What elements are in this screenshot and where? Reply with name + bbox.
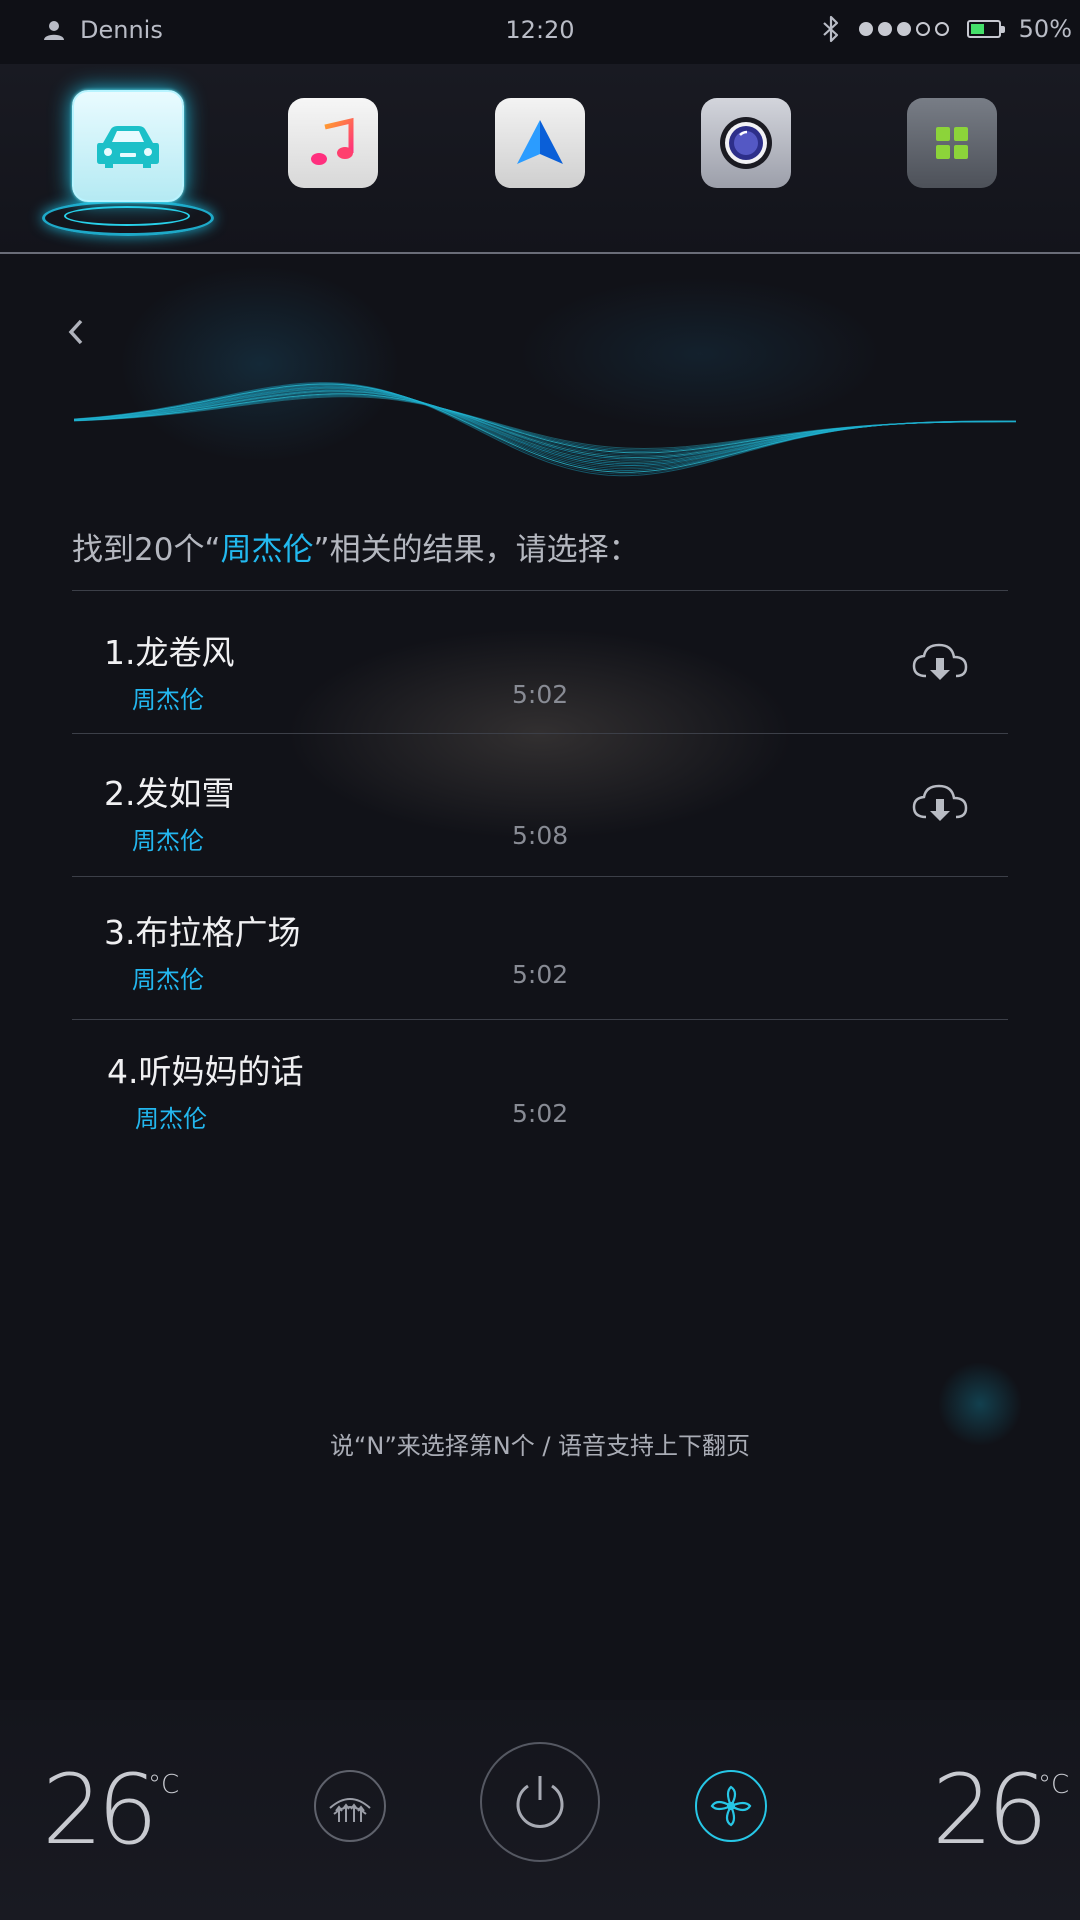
result-item-3[interactable]: 3.布拉格广场 周杰伦 5:02 [72, 872, 1008, 1012]
song-duration: 5:02 [512, 960, 569, 989]
song-duration: 5:02 [512, 680, 569, 709]
signal-dot [915, 22, 930, 36]
left-temp-value: 26 [42, 1754, 158, 1866]
signal-dot [934, 22, 949, 36]
song-title: 1.龙卷风 [104, 633, 235, 672]
song-artist: 周杰伦 [132, 686, 204, 714]
user-name: Dennis [80, 16, 163, 44]
user-icon [44, 21, 64, 40]
power-button[interactable] [480, 1742, 600, 1862]
right-temperature[interactable]: 26 °C [932, 1760, 1069, 1860]
app-dock [0, 64, 1080, 254]
fan-icon [710, 1785, 752, 1827]
song-title: 3.布拉格广场 [104, 913, 301, 952]
active-app-halo-inner [64, 206, 190, 226]
chevron-left-icon [68, 319, 83, 345]
signal-dot [896, 22, 911, 36]
search-result-prompt: 找到20个“周杰伦”相关的结果，请选择： [72, 524, 640, 569]
user-profile[interactable]: Dennis [42, 16, 163, 44]
camera-lens-icon [720, 117, 772, 169]
status-bar: Dennis 12:20 50% [0, 0, 1080, 64]
climate-bar: 26 °C 26 °C [0, 1700, 1080, 1920]
car-icon [97, 126, 159, 168]
temp-unit: °C [1038, 1770, 1070, 1800]
rear-defrost-icon [329, 1798, 371, 1822]
dock-app-apps[interactable] [907, 98, 997, 188]
bluetooth-icon [822, 15, 838, 43]
dock-app-camera[interactable] [701, 98, 791, 188]
battery-icon [966, 20, 1005, 38]
music-note-icon [311, 117, 354, 165]
prompt-keyword: 周杰伦 [220, 532, 314, 568]
waveform-line [74, 382, 1016, 475]
signal-dot [877, 22, 892, 36]
fan-button[interactable] [695, 1770, 767, 1842]
apps-grid-icon [936, 127, 968, 159]
left-temperature[interactable]: 26 °C [42, 1760, 179, 1860]
song-duration: 5:08 [512, 821, 569, 850]
song-title: 4.听妈妈的话 [107, 1052, 304, 1091]
cloud-download-icon[interactable] [910, 640, 970, 686]
song-duration: 5:02 [512, 1099, 569, 1128]
signal-strength [858, 22, 949, 36]
defrost-button[interactable] [314, 1770, 386, 1842]
waveform-line [74, 382, 1016, 477]
power-icon [516, 1776, 564, 1828]
battery-percent: 50% [1018, 15, 1072, 43]
temp-unit: °C [148, 1770, 180, 1800]
navigation-arrow-icon [517, 120, 563, 164]
voice-hint: 说“N”来选择第N个 / 语音支持上下翻页 [329, 1432, 751, 1460]
song-title: 2.发如雪 [104, 774, 235, 813]
song-artist: 周杰伦 [135, 1105, 207, 1133]
divider [72, 590, 1008, 591]
result-item-2[interactable]: 2.发如雪 周杰伦 5:08 [72, 733, 1008, 873]
dock-app-car[interactable] [72, 90, 184, 202]
song-artist: 周杰伦 [132, 966, 204, 994]
voice-waveform [74, 382, 1016, 477]
result-item-1[interactable]: 1.龙卷风 周杰伦 5:02 [72, 592, 1008, 732]
dock-app-navigation[interactable] [495, 98, 585, 188]
prompt-suffix: ”相关的结果，请选择： [313, 532, 640, 568]
prompt-prefix: 找到20个“ [72, 532, 221, 568]
right-temp-value: 26 [932, 1754, 1048, 1866]
dock-app-music[interactable] [288, 98, 378, 188]
signal-dot [858, 22, 873, 36]
cloud-download-icon[interactable] [910, 781, 970, 827]
result-item-4[interactable]: 4.听妈妈的话 周杰伦 5:02 [72, 1011, 1008, 1151]
voice-search-panel: 找到20个“周杰伦”相关的结果，请选择： 1.龙卷风 周杰伦 5:02 2.发如… [0, 254, 1080, 1700]
song-artist: 周杰伦 [132, 827, 204, 855]
